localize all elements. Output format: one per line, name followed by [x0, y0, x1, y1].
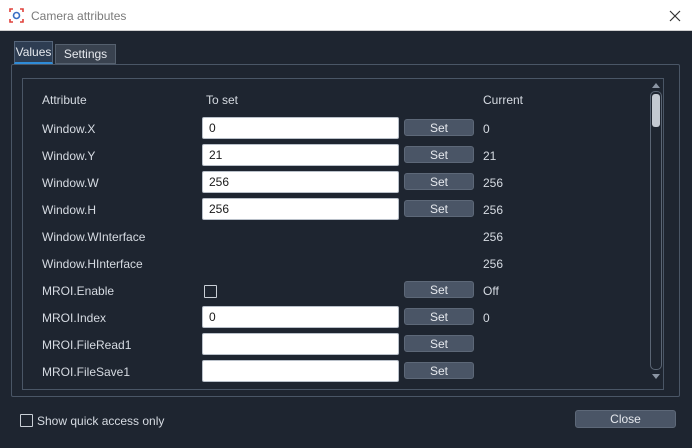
current-value: 256 — [483, 203, 504, 217]
attribute-label: MROI.FileSave1 — [42, 365, 131, 379]
quick-access-checkbox[interactable] — [20, 414, 33, 427]
current-value: 0 — [483, 311, 490, 325]
current-value: 0 — [483, 122, 490, 136]
attribute-label: Window.H — [42, 203, 97, 217]
tab-settings[interactable]: Settings — [55, 44, 116, 64]
current-value: Off — [483, 284, 499, 298]
current-value: 256 — [483, 257, 504, 271]
to-set-input[interactable] — [202, 306, 399, 328]
tab-values[interactable]: Values — [14, 41, 53, 64]
set-button[interactable]: Set — [404, 146, 474, 163]
current-value: 256 — [483, 176, 504, 190]
to-set-input[interactable] — [202, 144, 399, 166]
close-button[interactable]: Close — [575, 410, 676, 428]
set-button[interactable]: Set — [404, 173, 474, 190]
attribute-label: MROI.FileRead1 — [42, 338, 132, 352]
attribute-label: MROI.Enable — [42, 284, 115, 298]
attribute-label: Window.Y — [42, 149, 96, 163]
current-value: 21 — [483, 149, 497, 163]
set-button[interactable]: Set — [404, 335, 474, 352]
scroll-up-icon[interactable] — [651, 81, 661, 89]
to-set-input[interactable] — [202, 360, 399, 382]
window-close-button[interactable] — [664, 6, 686, 26]
set-button[interactable]: Set — [404, 281, 474, 298]
scroll-track[interactable] — [650, 91, 662, 370]
to-set-input[interactable] — [202, 198, 399, 220]
attribute-label: MROI.Index — [42, 311, 107, 325]
attribute-label: Window.X — [42, 122, 96, 136]
attribute-label: Window.W — [42, 176, 99, 190]
to-set-checkbox[interactable] — [204, 285, 217, 298]
scroll-thumb[interactable] — [652, 94, 660, 127]
camera-app-icon — [9, 8, 24, 23]
header-to-set: To set — [206, 93, 239, 107]
scroll-down-icon[interactable] — [651, 373, 661, 381]
close-icon — [669, 10, 681, 22]
set-button[interactable]: Set — [404, 362, 474, 379]
window-title: Camera attributes — [31, 9, 127, 23]
quick-access-label: Show quick access only — [37, 414, 165, 428]
set-button[interactable]: Set — [404, 308, 474, 325]
to-set-input[interactable] — [202, 117, 399, 139]
title-bar: Camera attributes — [0, 0, 692, 31]
current-value: 256 — [483, 230, 504, 244]
attribute-label: Window.HInterface — [42, 257, 143, 271]
set-button[interactable]: Set — [404, 119, 474, 136]
to-set-input[interactable] — [202, 171, 399, 193]
attribute-label: Window.WInterface — [42, 230, 146, 244]
to-set-input[interactable] — [202, 333, 399, 355]
header-current: Current — [483, 93, 524, 107]
set-button[interactable]: Set — [404, 200, 474, 217]
header-attribute: Attribute — [42, 93, 87, 107]
